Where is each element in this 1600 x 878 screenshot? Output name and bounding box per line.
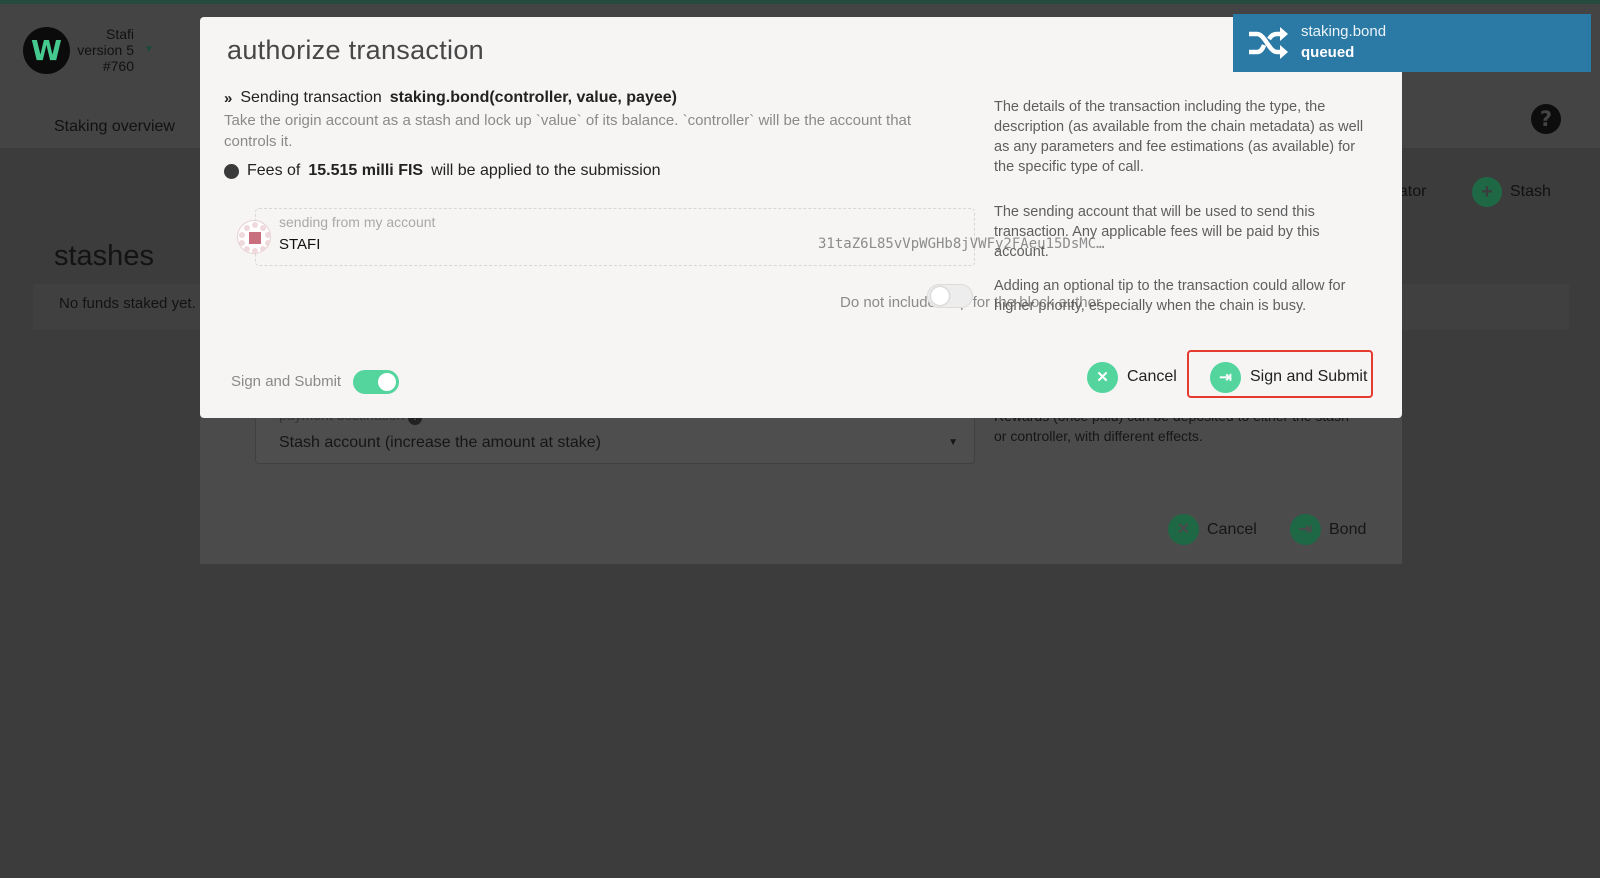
submit-label: Sign and Submit bbox=[1250, 368, 1368, 385]
account-identicon bbox=[237, 220, 271, 254]
sign-in-icon: ⇥ bbox=[1290, 514, 1321, 545]
chain-version: version 5 bbox=[77, 42, 134, 58]
payee-value: Stash account (increase the amount at st… bbox=[279, 434, 601, 451]
help-tip: Adding an optional tip to the transactio… bbox=[994, 278, 1346, 314]
sign-toggle-label: Sign and Submit bbox=[231, 373, 342, 390]
chain-info[interactable]: Stafi version 5 #760 bbox=[76, 26, 134, 74]
sending-prefix: Sending transaction bbox=[240, 89, 382, 106]
chevron-down-icon[interactable]: ▼ bbox=[144, 44, 154, 55]
call-signature: staking.bond(controller, value, payee) bbox=[389, 89, 677, 106]
fees-summary: Fees of 15.515 milli FIS will be applied… bbox=[224, 162, 661, 180]
add-stash-button[interactable]: + Stash bbox=[1472, 177, 1551, 207]
chain-logo-icon[interactable]: W bbox=[23, 27, 70, 74]
x-icon: ✕ bbox=[1087, 361, 1118, 393]
authorize-transaction-modal: authorize transaction » Sending transact… bbox=[200, 17, 1402, 418]
account-name: STAFI bbox=[279, 236, 321, 253]
call-description: Take the origin account as a stash and l… bbox=[224, 112, 912, 150]
bond-button[interactable]: ⇥ Bond bbox=[1290, 514, 1366, 545]
shuffle-icon bbox=[1249, 27, 1288, 59]
notification-method: staking.bond bbox=[1301, 23, 1387, 40]
payee-select[interactable]: payment destination ? Stash account (inc… bbox=[255, 407, 975, 464]
fees-amount: 15.515 milli FIS bbox=[308, 162, 424, 179]
plus-icon: + bbox=[1472, 177, 1502, 207]
sign-and-submit-button[interactable]: ⇥ Sign and Submit bbox=[1210, 361, 1367, 393]
stashes-heading: stashes bbox=[54, 240, 154, 272]
notification-status: queued bbox=[1301, 44, 1355, 61]
transaction-summary: » Sending transaction staking.bond(contr… bbox=[224, 89, 677, 107]
help-icon[interactable]: ? bbox=[1531, 104, 1561, 134]
caret-down-icon: ▼ bbox=[948, 437, 958, 448]
cancel-button[interactable]: ✕ Cancel bbox=[1087, 361, 1177, 393]
x-icon: ✕ bbox=[1168, 514, 1199, 545]
chain-name: Stafi bbox=[105, 26, 134, 42]
account-label: sending from my account bbox=[279, 214, 436, 230]
bond-cancel-button[interactable]: ✕ Cancel bbox=[1168, 514, 1257, 545]
modal-title: authorize transaction bbox=[227, 35, 484, 65]
bullet-icon bbox=[224, 163, 239, 179]
help-sending-account: The sending account that will be used to… bbox=[994, 204, 1320, 260]
double-chevron-icon: » bbox=[224, 89, 233, 107]
sign-in-icon: ⇥ bbox=[1210, 361, 1241, 393]
tip-toggle[interactable] bbox=[927, 284, 973, 308]
cancel-label: Cancel bbox=[1127, 368, 1177, 385]
sign-and-submit-toggle[interactable] bbox=[353, 370, 399, 394]
block-number: #760 bbox=[102, 58, 134, 74]
help-transaction-details: The details of the transaction including… bbox=[994, 99, 1364, 175]
bond-modal: payment destination ? Stash account (inc… bbox=[200, 407, 1402, 564]
queued-notification[interactable]: staking.bond queued bbox=[1233, 14, 1591, 72]
add-stash-label: Stash bbox=[1510, 183, 1551, 200]
tab-staking-overview[interactable]: Staking overview bbox=[54, 118, 175, 136]
